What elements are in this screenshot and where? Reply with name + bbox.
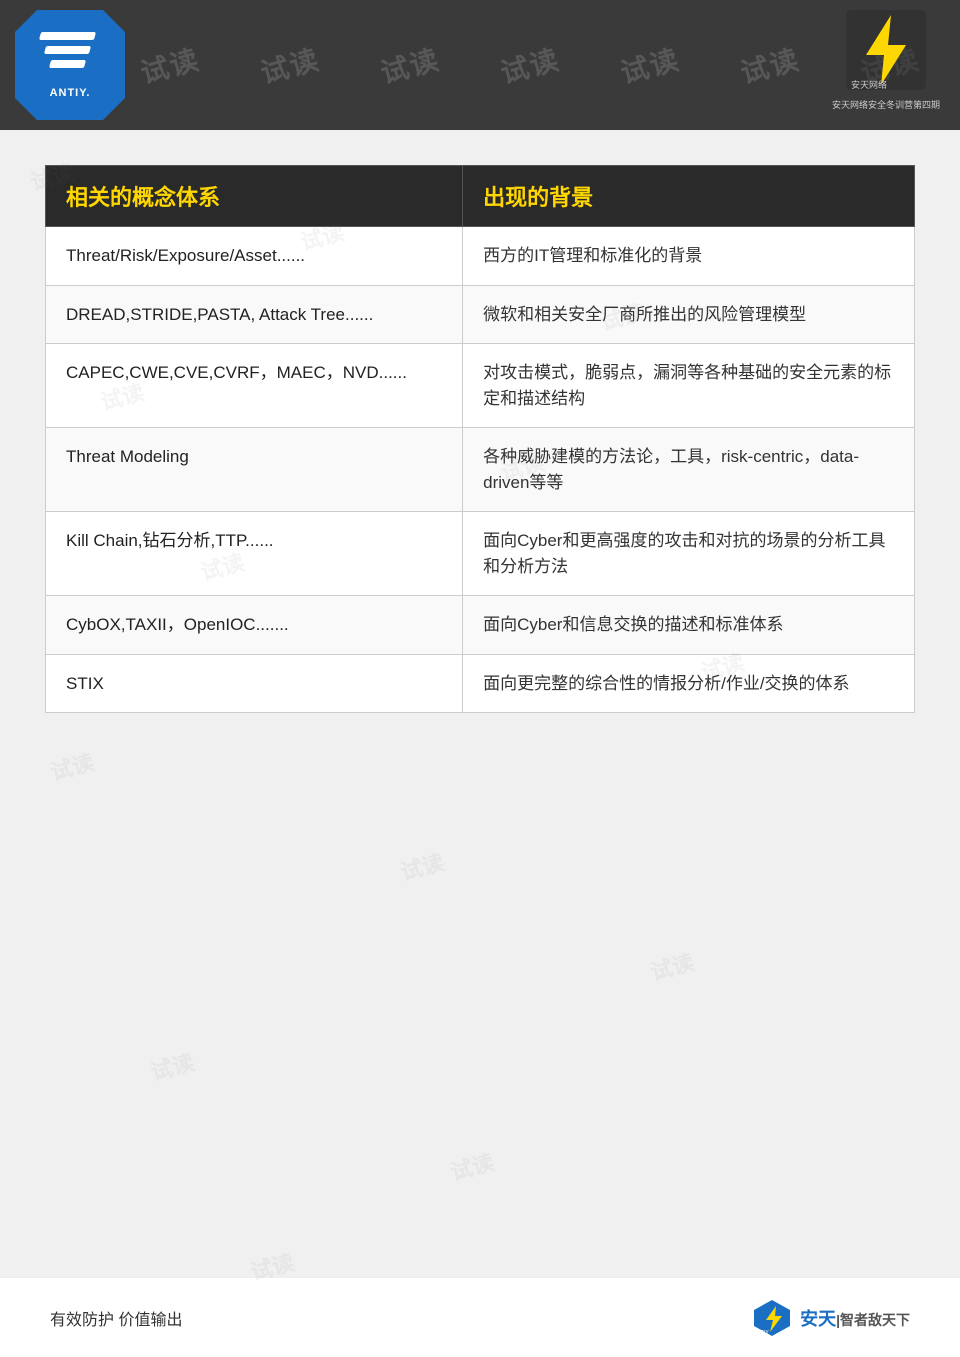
header-watermark-4: 试读 (496, 38, 564, 92)
table-cell-right: 面向更完整的综合性的情报分析/作业/交换的体系 (463, 654, 915, 713)
col1-header: 相关的概念体系 (46, 166, 463, 227)
logo-text: ANTIY. (50, 87, 91, 99)
logo-stripe-1 (39, 32, 96, 40)
header-watermark-5: 试读 (616, 38, 684, 92)
header-watermark-2: 试读 (256, 38, 324, 92)
watermark: 试读 (447, 1145, 498, 1187)
table-cell-left: STIX (46, 654, 463, 713)
table-body: Threat/Risk/Exposure/Asset......西方的IT管理和… (46, 227, 915, 713)
table-row: DREAD,STRIDE,PASTA, Attack Tree......微软和… (46, 285, 915, 344)
header-right: 安天网络 安天网络安全冬训营第四期 (832, 10, 940, 111)
col2-header: 出现的背景 (463, 166, 915, 227)
footer-logo-text: 安天|智者敌天下 (800, 1305, 910, 1331)
table-cell-right: 面向Cyber和更高强度的攻击和对抗的场景的分析工具和分析方法 (463, 512, 915, 596)
watermark: 试读 (47, 745, 98, 787)
table-cell-left: DREAD,STRIDE,PASTA, Attack Tree...... (46, 285, 463, 344)
header-watermark-1: 试读 (136, 38, 204, 92)
logo: ANTIY. (15, 10, 125, 120)
header-watermarks: 试读 试读 试读 试读 试读 试读 试读 试读 (0, 0, 960, 130)
table-cell-left: CybOX,TAXII，OpenIOC....... (46, 596, 463, 655)
table-row: Threat Modeling各种威胁建模的方法论，工具，risk-centri… (46, 428, 915, 512)
header-right-logo-icon: 安天网络 (846, 10, 926, 90)
footer: 有效防护 价值输出 ANTIY 安天|智者敌天下 (0, 1277, 960, 1357)
table-row: Threat/Risk/Exposure/Asset......西方的IT管理和… (46, 227, 915, 286)
svg-text:安天网络: 安天网络 (851, 79, 887, 90)
header-watermark-6: 试读 (736, 38, 804, 92)
logo-stripes (40, 32, 100, 82)
header-subtitle: 安天网络安全冬训营第四期 (832, 98, 940, 111)
header-watermark-3: 试读 (376, 38, 444, 92)
concept-table: 相关的概念体系 出现的背景 Threat/Risk/Exposure/Asset… (45, 165, 915, 713)
watermark: 试读 (147, 1045, 198, 1087)
footer-brand: 安天 (800, 1309, 836, 1329)
footer-logo-icon: ANTIY (752, 1298, 792, 1338)
table-cell-right: 西方的IT管理和标准化的背景 (463, 227, 915, 286)
table-row: CAPEC,CWE,CVE,CVRF，MAEC，NVD......对攻击模式，脆… (46, 344, 915, 428)
table-row: CybOX,TAXII，OpenIOC.......面向Cyber和信息交换的描… (46, 596, 915, 655)
svg-text:ANTIY: ANTIY (754, 1330, 769, 1336)
table-cell-left: Kill Chain,钻石分析,TTP...... (46, 512, 463, 596)
table-header-row: 相关的概念体系 出现的背景 (46, 166, 915, 227)
table-row: Kill Chain,钻石分析,TTP......面向Cyber和更高强度的攻击… (46, 512, 915, 596)
watermark: 试读 (647, 945, 698, 987)
header: ANTIY. 试读 试读 试读 试读 试读 试读 试读 试读 安天网络 安天网络… (0, 0, 960, 130)
table-cell-left: Threat Modeling (46, 428, 463, 512)
footer-left-text: 有效防护 价值输出 (50, 1306, 182, 1330)
footer-slogan: |智者敌天下 (836, 1312, 910, 1328)
table-cell-right: 面向Cyber和信息交换的描述和标准体系 (463, 596, 915, 655)
table-cell-left: Threat/Risk/Exposure/Asset...... (46, 227, 463, 286)
table-cell-right: 微软和相关安全厂商所推出的风险管理模型 (463, 285, 915, 344)
table-cell-right: 对攻击模式，脆弱点，漏洞等各种基础的安全元素的标定和描述结构 (463, 344, 915, 428)
table-cell-left: CAPEC,CWE,CVE,CVRF，MAEC，NVD...... (46, 344, 463, 428)
logo-stripe-2 (44, 46, 91, 54)
table-row: STIX面向更完整的综合性的情报分析/作业/交换的体系 (46, 654, 915, 713)
footer-right: ANTIY 安天|智者敌天下 (752, 1298, 910, 1338)
logo-stripe-3 (49, 60, 86, 68)
main-content: 相关的概念体系 出现的背景 Threat/Risk/Exposure/Asset… (45, 165, 915, 713)
watermark: 试读 (397, 845, 448, 887)
table-cell-right: 各种威胁建模的方法论，工具，risk-centric，data-driven等等 (463, 428, 915, 512)
